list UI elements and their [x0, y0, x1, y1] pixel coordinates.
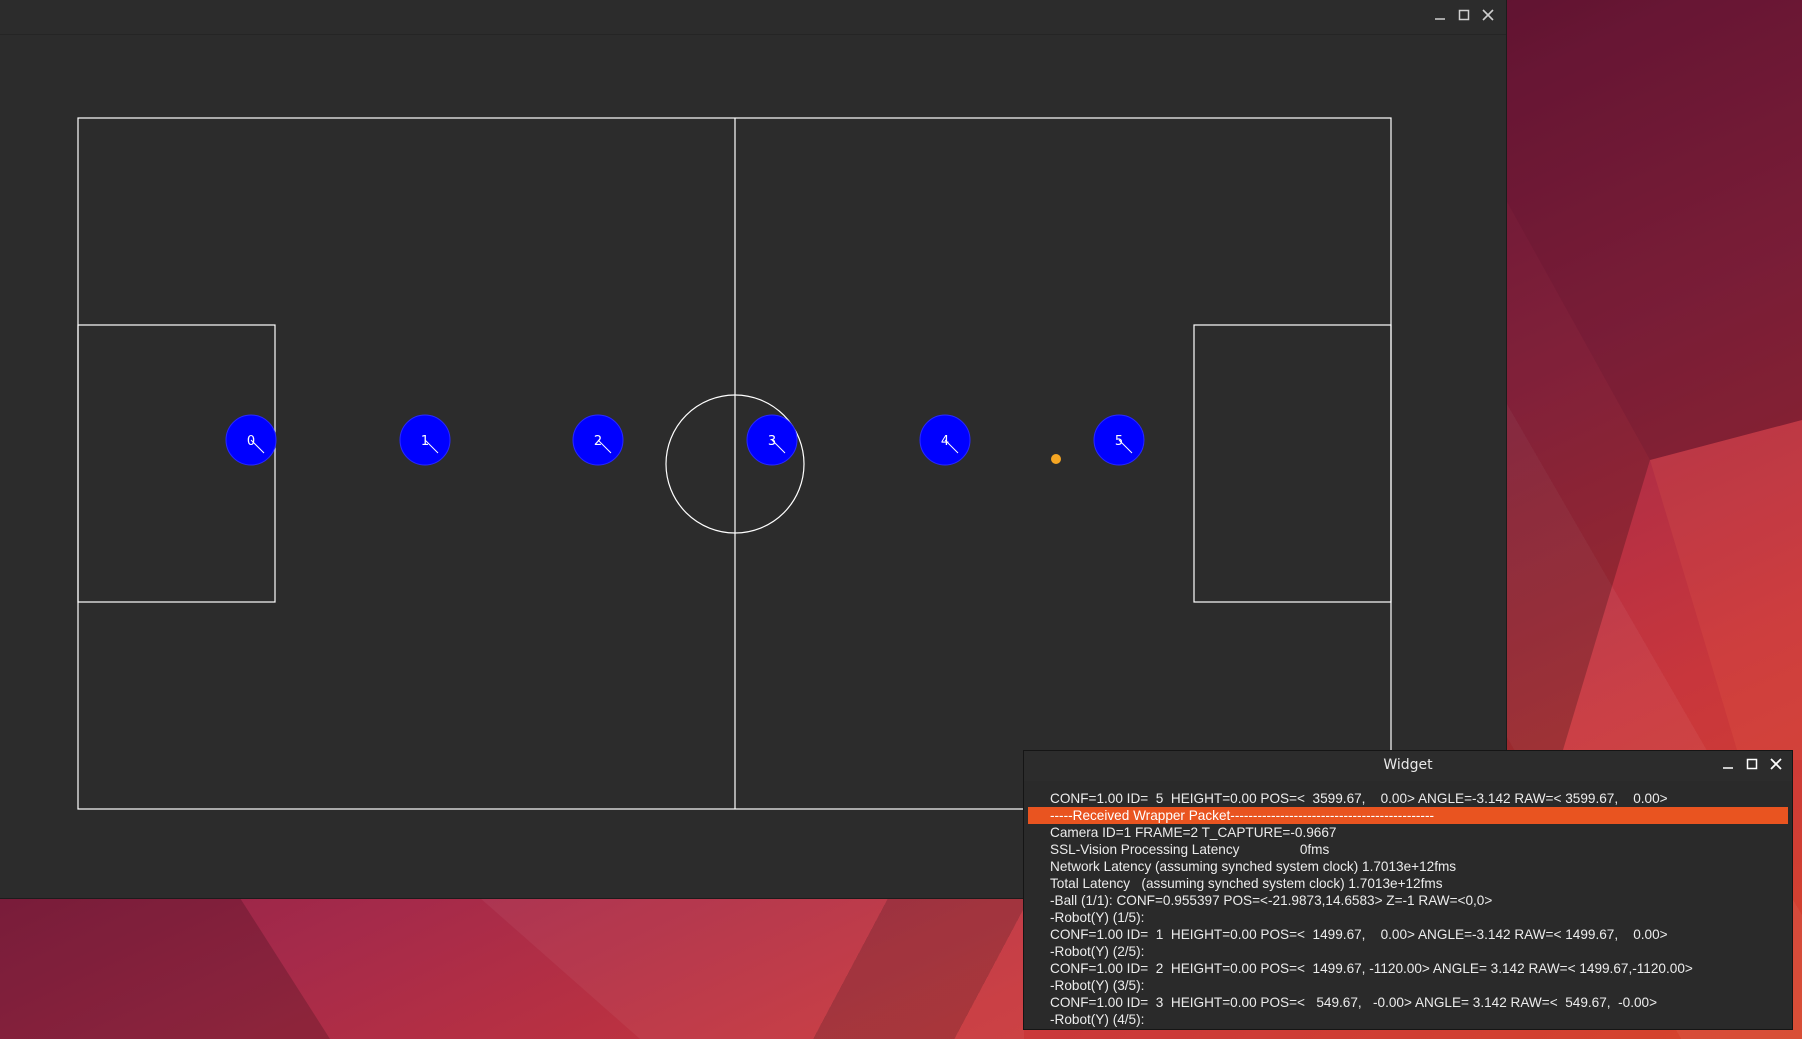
close-icon[interactable]	[1768, 757, 1784, 773]
robots-layer: 0 1 2 3 4 5	[225, 414, 1145, 466]
close-icon[interactable]	[1480, 8, 1496, 24]
log-line: -Ball (1/1): CONF=0.955397 POS=<-21.9873…	[1050, 893, 1493, 908]
log-line: Camera ID=1 FRAME=2 T_CAPTURE=-0.9667	[1050, 825, 1337, 840]
log-line: CONF=1.00 ID= 2 HEIGHT=0.00 POS=< 1499.6…	[1050, 961, 1693, 976]
right-penalty-area	[1193, 324, 1392, 603]
robot-id-label: 0	[247, 434, 255, 449]
log-line-highlighted: -----Received Wrapper Packet------------…	[1028, 807, 1788, 824]
maximize-icon[interactable]	[1456, 8, 1472, 24]
log-line: -Robot(Y) (3/5):	[1050, 978, 1145, 993]
robot-4[interactable]: 4	[919, 414, 971, 466]
log-line: CONF=1.00 ID= 3 HEIGHT=0.00 POS=< 549.67…	[1050, 995, 1658, 1010]
log-line: Total Latency (assuming synched system c…	[1050, 876, 1443, 891]
widget-titlebar[interactable]: Widget	[1024, 751, 1792, 781]
window-titlebar[interactable]	[0, 0, 1506, 35]
log-line: -Robot(Y) (2/5):	[1050, 944, 1145, 959]
log-line: CONF=1.00 ID= 5 HEIGHT=0.00 POS=< 3599.6…	[1050, 791, 1668, 806]
widget-title: Widget	[1383, 757, 1433, 773]
robot-2[interactable]: 2	[572, 414, 624, 466]
robot-id-label: 5	[1115, 434, 1123, 449]
robot-0[interactable]: 0	[225, 414, 277, 466]
widget-window: Widget CONF=1.00 ID= 5 HEIGHT=0.00 POS=<…	[1024, 751, 1792, 1029]
ball[interactable]	[1051, 454, 1061, 464]
minimize-icon[interactable]	[1720, 757, 1736, 773]
maximize-icon[interactable]	[1744, 757, 1760, 773]
robot-1[interactable]: 1	[399, 414, 451, 466]
packet-log[interactable]: CONF=1.00 ID= 5 HEIGHT=0.00 POS=< 3599.6…	[1028, 790, 1788, 1029]
log-line: -Robot(Y) (1/5):	[1050, 910, 1145, 925]
log-line: Network Latency (assuming synched system…	[1050, 859, 1457, 874]
robot-3[interactable]: 3	[746, 414, 798, 466]
robot-id-label: 1	[421, 434, 429, 449]
robot-id-label: 2	[594, 434, 602, 449]
robot-id-label: 4	[941, 434, 949, 449]
log-line: CONF=1.00 ID= 1 HEIGHT=0.00 POS=< 1499.6…	[1050, 927, 1668, 942]
log-line: -Robot(Y) (4/5):	[1050, 1012, 1145, 1027]
robot-id-label: 3	[768, 434, 776, 449]
minimize-icon[interactable]	[1432, 8, 1448, 24]
log-line: SSL-Vision Processing Latency 0fms	[1050, 842, 1330, 857]
robot-5[interactable]: 5	[1093, 414, 1145, 466]
